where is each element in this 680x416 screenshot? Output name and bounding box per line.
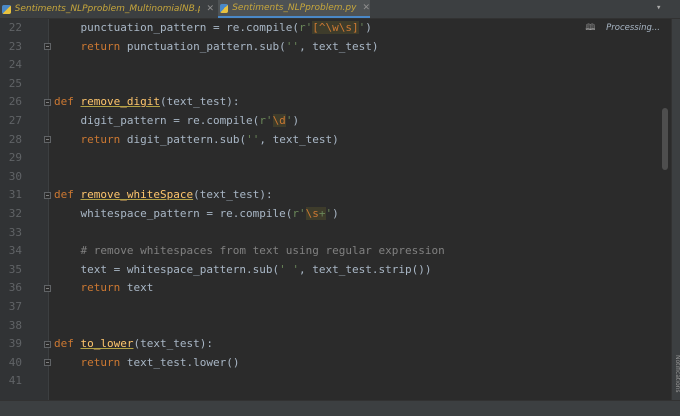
string-literal: '' <box>246 132 260 146</box>
code-text: punctuation_pattern = re.compile( <box>54 21 300 34</box>
code-text: text_test.lower() <box>120 355 240 369</box>
keyword: return <box>54 355 121 369</box>
code-line[interactable]: digit_pattern = re.compile(r'\d') <box>54 112 299 131</box>
keyword: return <box>54 281 121 295</box>
book-icon[interactable]: 🕮︎ <box>585 23 595 33</box>
line-number: 35 <box>8 262 22 276</box>
keyword: def <box>54 337 74 351</box>
code-line[interactable]: def to_lower(text_test): <box>54 335 213 354</box>
line-number: 28 <box>8 132 22 146</box>
code-line[interactable]: punctuation_pattern = re.compile(r'[^\w\… <box>54 19 372 38</box>
code-text: text = whitespace_pattern.sub( <box>54 262 280 276</box>
notifications-tool-button[interactable]: Notifications <box>671 355 680 393</box>
code-text: (text_test): <box>133 337 213 351</box>
tab-list-dropdown-icon[interactable]: ▾ <box>656 3 666 13</box>
line-number: 33 <box>8 225 22 239</box>
code-line[interactable]: whitespace_pattern = re.compile(r'\s+') <box>54 205 339 224</box>
code-line[interactable]: return text <box>54 279 153 298</box>
line-number: 38 <box>8 318 22 332</box>
line-number: 36 <box>8 281 22 295</box>
code-line[interactable]: text = whitespace_pattern.sub(' ', text_… <box>54 261 432 280</box>
line-number: 27 <box>8 114 22 127</box>
code-editor[interactable]: punctuation_pattern = re.compile(r'[^\w\… <box>54 19 654 401</box>
fold-start-icon[interactable] <box>44 341 51 348</box>
string-literal: '' <box>285 39 300 53</box>
code-text: text <box>120 281 154 295</box>
code-text: punctuation_pattern.sub( <box>120 39 286 53</box>
code-text: (text_test): <box>193 188 273 202</box>
line-number: 26 <box>8 95 22 109</box>
processing-status: Processing... <box>606 23 660 33</box>
right-tool-strip <box>671 19 680 401</box>
regex-literal: \d <box>272 114 286 127</box>
line-number-gutter: 22 23 24 25 26 27 28 29 30 31 32 33 34 3… <box>0 19 51 401</box>
line-number: 29 <box>8 151 22 165</box>
regex-literal: [^\w\s] <box>312 21 359 34</box>
code-text: (text_test): <box>159 95 240 109</box>
fold-start-icon[interactable] <box>44 99 51 106</box>
code-text: ) <box>332 207 339 220</box>
code-text: ) <box>292 114 300 127</box>
function-name: to_lower <box>80 337 134 351</box>
regex-literal: + <box>318 207 326 220</box>
code-line[interactable]: def remove_digit(text_test): <box>54 93 239 112</box>
line-number: 24 <box>8 58 22 72</box>
code-text: ) <box>365 21 372 34</box>
code-text: digit_pattern = re.compile( <box>54 114 260 127</box>
python-file-icon <box>220 3 229 13</box>
python-file-icon <box>2 4 11 14</box>
keyword: def <box>54 95 74 109</box>
line-number: 32 <box>8 207 22 220</box>
reader-mode-indicator[interactable]: 🕮︎ Processing... <box>585 22 660 36</box>
keyword: return <box>54 132 121 146</box>
fold-end-icon[interactable] <box>44 359 51 366</box>
code-text: digit_pattern.sub( <box>120 132 247 146</box>
vertical-scrollbar[interactable] <box>662 108 668 170</box>
function-name: remove_digit <box>80 95 160 109</box>
line-number: 31 <box>8 188 22 202</box>
code-text: , text_test) <box>259 132 339 146</box>
regex-literal: \s <box>305 207 319 220</box>
string-literal: r' <box>259 114 273 127</box>
bottom-status-bar <box>0 400 680 416</box>
fold-start-icon[interactable] <box>44 192 51 199</box>
code-line[interactable]: return text_test.lower() <box>54 354 239 373</box>
code-text: , text_test) <box>299 39 379 53</box>
code-line[interactable]: return punctuation_pattern.sub('', text_… <box>54 38 379 57</box>
function-name: remove_whiteSpace <box>80 188 194 202</box>
ide-window: Sentiments_NLPproblem_MultinomialNB.py ✕… <box>0 0 680 416</box>
code-text: , text_test.strip()) <box>299 262 432 276</box>
code-line[interactable]: def remove_whiteSpace(text_test): <box>54 186 273 205</box>
tab-label: Sentiments_NLPproblem.py <box>232 3 357 13</box>
fold-end-icon[interactable] <box>44 136 51 143</box>
line-number: 30 <box>8 169 22 183</box>
close-icon[interactable]: ✕ <box>362 3 370 13</box>
fold-end-icon[interactable] <box>44 43 51 50</box>
tab-nlpproblem-file[interactable]: Sentiments_NLPproblem.py ✕ <box>218 0 370 18</box>
tab-label: Sentiments_NLPproblem_MultinomialNB.py <box>14 4 201 14</box>
code-line[interactable]: # remove whitespaces from text using reg… <box>54 242 445 261</box>
line-number: 23 <box>8 39 22 53</box>
code-line[interactable]: return digit_pattern.sub('', text_test) <box>54 131 339 150</box>
line-number: 40 <box>8 355 22 369</box>
keyword: def <box>54 188 74 202</box>
line-number: 34 <box>8 244 22 258</box>
close-icon[interactable]: ✕ <box>206 4 214 14</box>
line-number: 41 <box>8 374 22 388</box>
line-number: 37 <box>8 300 22 313</box>
fold-end-icon[interactable] <box>44 285 51 292</box>
line-number: 25 <box>8 76 22 90</box>
tab-multinomialnb-file[interactable]: Sentiments_NLPproblem_MultinomialNB.py ✕ <box>2 0 214 18</box>
line-number: 39 <box>8 337 22 351</box>
code-comment: # remove whitespaces from text using reg… <box>54 244 445 258</box>
string-literal: ' ' <box>279 262 300 276</box>
string-literal: r' <box>292 207 306 220</box>
code-text: whitespace_pattern = re.compile( <box>54 207 293 220</box>
string-literal: r' <box>299 21 313 34</box>
editor-tab-bar: Sentiments_NLPproblem_MultinomialNB.py ✕… <box>0 0 680 19</box>
line-number: 22 <box>8 21 22 34</box>
keyword: return <box>54 39 121 53</box>
